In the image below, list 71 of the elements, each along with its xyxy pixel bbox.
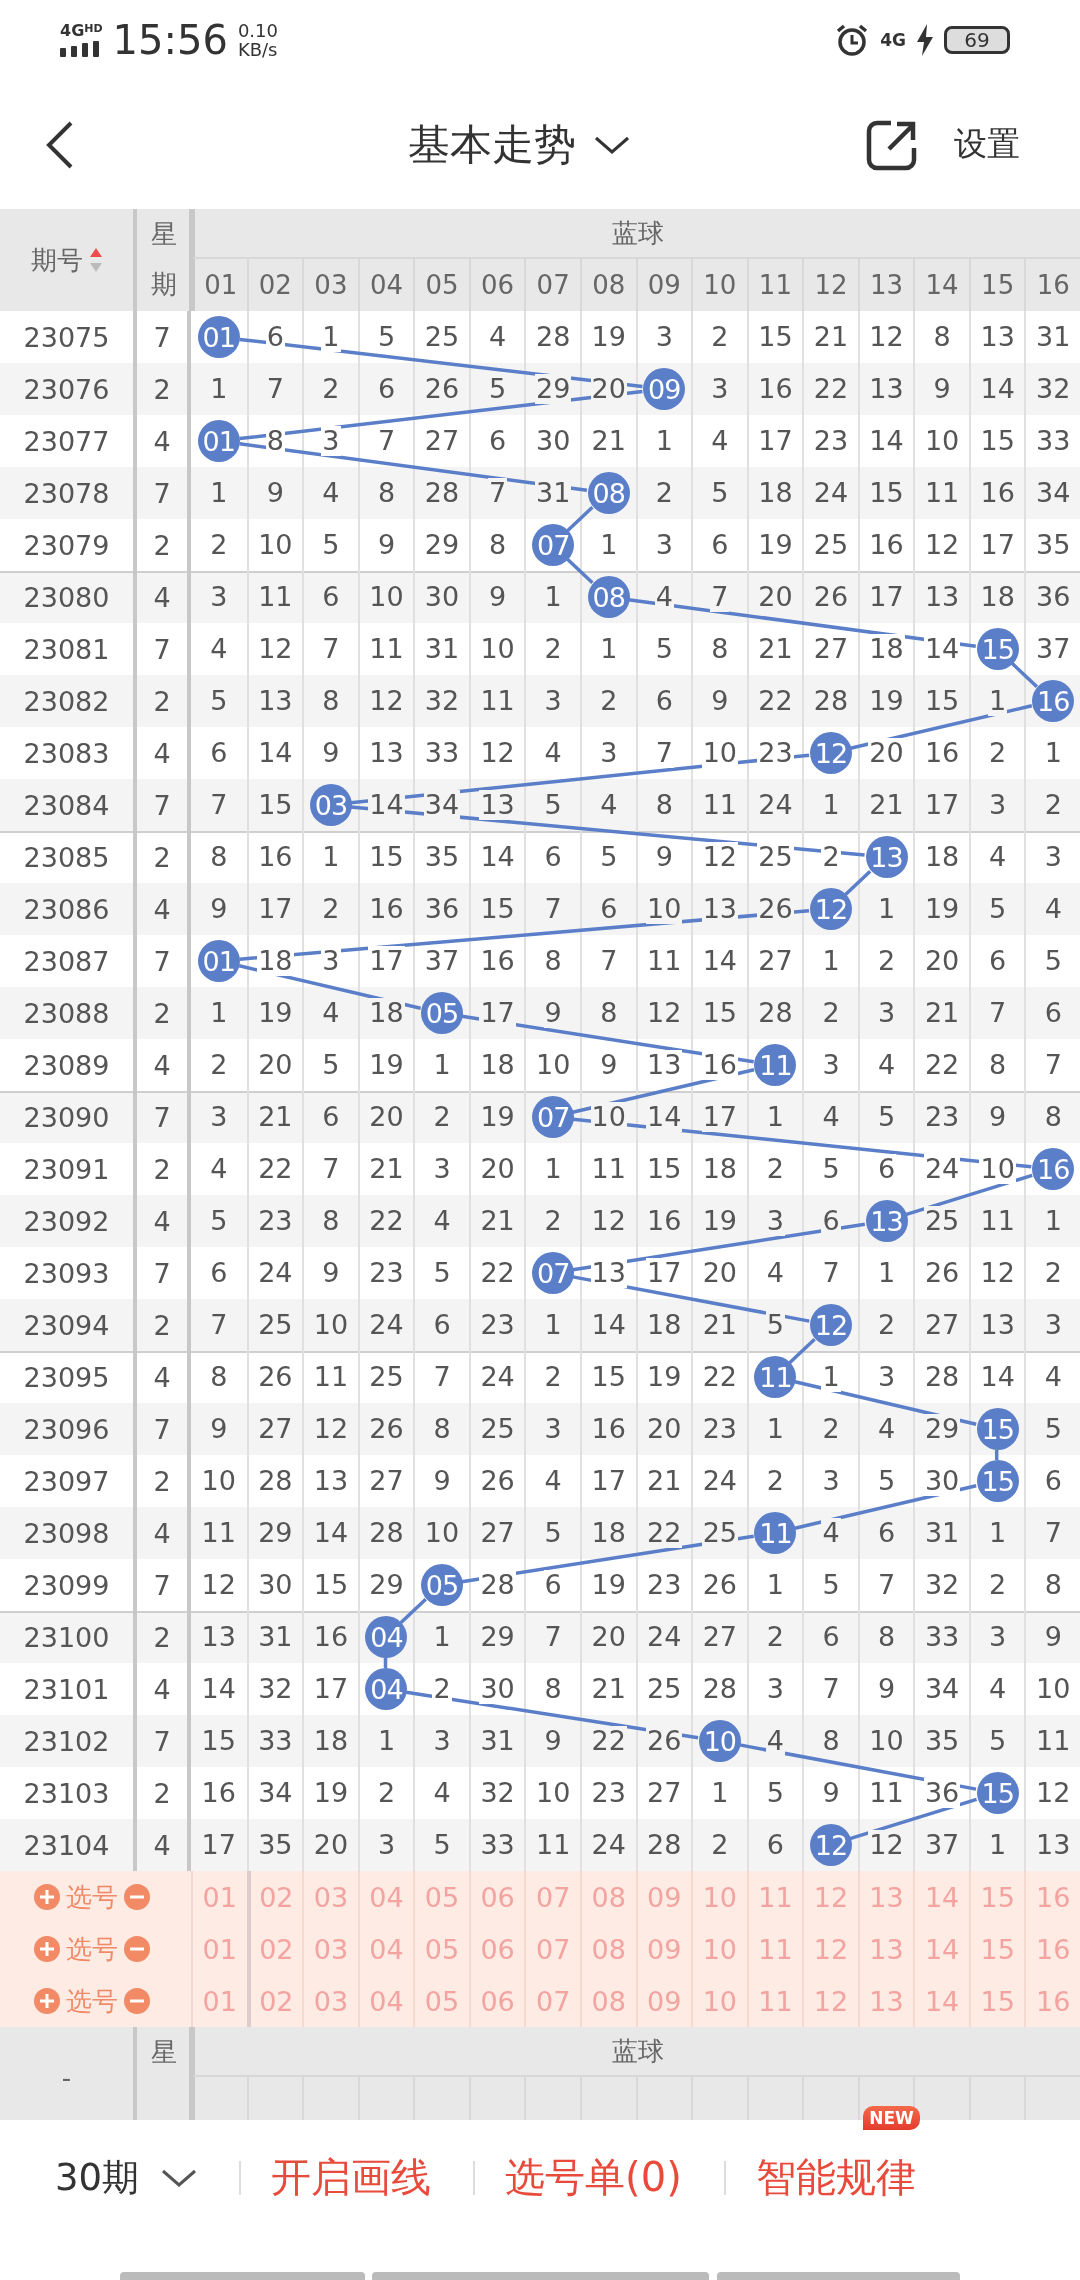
minus-icon[interactable]	[124, 1988, 150, 2014]
action-button[interactable]: 开启画线	[271, 2150, 432, 2205]
hit-ball: 05	[421, 992, 464, 1034]
chevron-down-icon[interactable]	[161, 2167, 198, 2188]
speed-unit: KB/s	[237, 40, 278, 59]
hit-ball: 12	[809, 1824, 852, 1866]
weekday-column-header: 星	[151, 2036, 177, 2069]
clock-time: 15:56	[112, 17, 228, 63]
hit-ball: 09	[643, 368, 686, 410]
ball-group-header: 蓝球	[191, 209, 1080, 259]
new-badge: NEW	[863, 2106, 920, 2130]
omission-count: 13	[590, 1258, 627, 1288]
hit-ball: 15	[976, 1460, 1019, 1502]
omission-count: 29	[534, 374, 572, 404]
back-icon[interactable]	[45, 119, 75, 170]
hit-ball: 03	[309, 784, 352, 826]
pick-label: 选号	[66, 1932, 118, 1966]
issue-column-header: -	[0, 2027, 137, 2120]
battery-icon: 69	[944, 26, 1010, 54]
hit-ball: 07	[532, 1252, 575, 1294]
hit-ball: 01	[197, 316, 240, 358]
hit-ball: 16	[1032, 1148, 1075, 1190]
hit-ball: 01	[197, 420, 240, 462]
hit-ball: 07	[532, 1096, 575, 1138]
hit-ball: 05	[421, 1564, 464, 1606]
hit-ball: 15	[976, 628, 1019, 670]
weekday-column-header: 星期	[151, 218, 177, 301]
omission-count: 13	[479, 790, 516, 820]
hit-ball: 12	[809, 888, 852, 930]
hit-ball: 10	[698, 1720, 741, 1762]
omission-count: 3	[321, 426, 341, 456]
charging-icon	[916, 24, 934, 56]
minus-icon[interactable]	[124, 1936, 150, 1962]
plus-icon[interactable]	[34, 1936, 60, 1962]
hit-ball: 11	[754, 1356, 797, 1398]
pick-label: 选号	[66, 1984, 118, 2018]
hit-ball: 07	[532, 524, 575, 566]
hit-ball: 13	[865, 836, 908, 878]
hit-ball: 11	[754, 1044, 797, 1086]
minus-icon[interactable]	[124, 1884, 150, 1910]
omission-count: 34	[423, 790, 461, 820]
hit-ball: 15	[976, 1772, 1019, 1814]
hit-ball: 08	[587, 472, 630, 514]
settings-link[interactable]: 设置	[954, 122, 1020, 167]
signal-icon	[60, 41, 102, 57]
period-selector[interactable]: 30期	[55, 2152, 198, 2203]
hit-ball: 16	[1032, 680, 1075, 722]
plus-icon[interactable]	[34, 1884, 60, 1910]
ball-group-header: 蓝球	[191, 2027, 1080, 2077]
hit-ball: 04	[365, 1616, 408, 1658]
omission-count: 16	[701, 1050, 738, 1080]
action-button[interactable]: 选号单(0)	[505, 2150, 682, 2205]
chevron-down-icon[interactable]	[594, 134, 630, 155]
hit-ball: 13	[865, 1200, 908, 1242]
hit-ball: 15	[976, 1408, 1019, 1450]
sort-icon[interactable]	[88, 247, 103, 273]
hit-ball: 11	[754, 1512, 797, 1554]
page-title[interactable]: 基本走势	[408, 116, 576, 173]
hit-ball: 01	[197, 940, 240, 982]
pick-label: 选号	[66, 1880, 118, 1914]
hit-ball: 12	[809, 1304, 852, 1346]
mobile-data-label: 4G	[880, 30, 906, 50]
omission-count: 36	[923, 1778, 961, 1808]
action-button[interactable]: 智能规律	[755, 2150, 916, 2205]
network-label: 4G	[60, 23, 85, 39]
network-type-label: HD	[84, 23, 103, 35]
hit-ball: 04	[365, 1668, 408, 1710]
hit-ball: 12	[809, 732, 852, 774]
plus-icon[interactable]	[34, 1988, 60, 2014]
speed-value: 0.10	[237, 21, 278, 40]
hit-ball: 08	[587, 576, 630, 618]
